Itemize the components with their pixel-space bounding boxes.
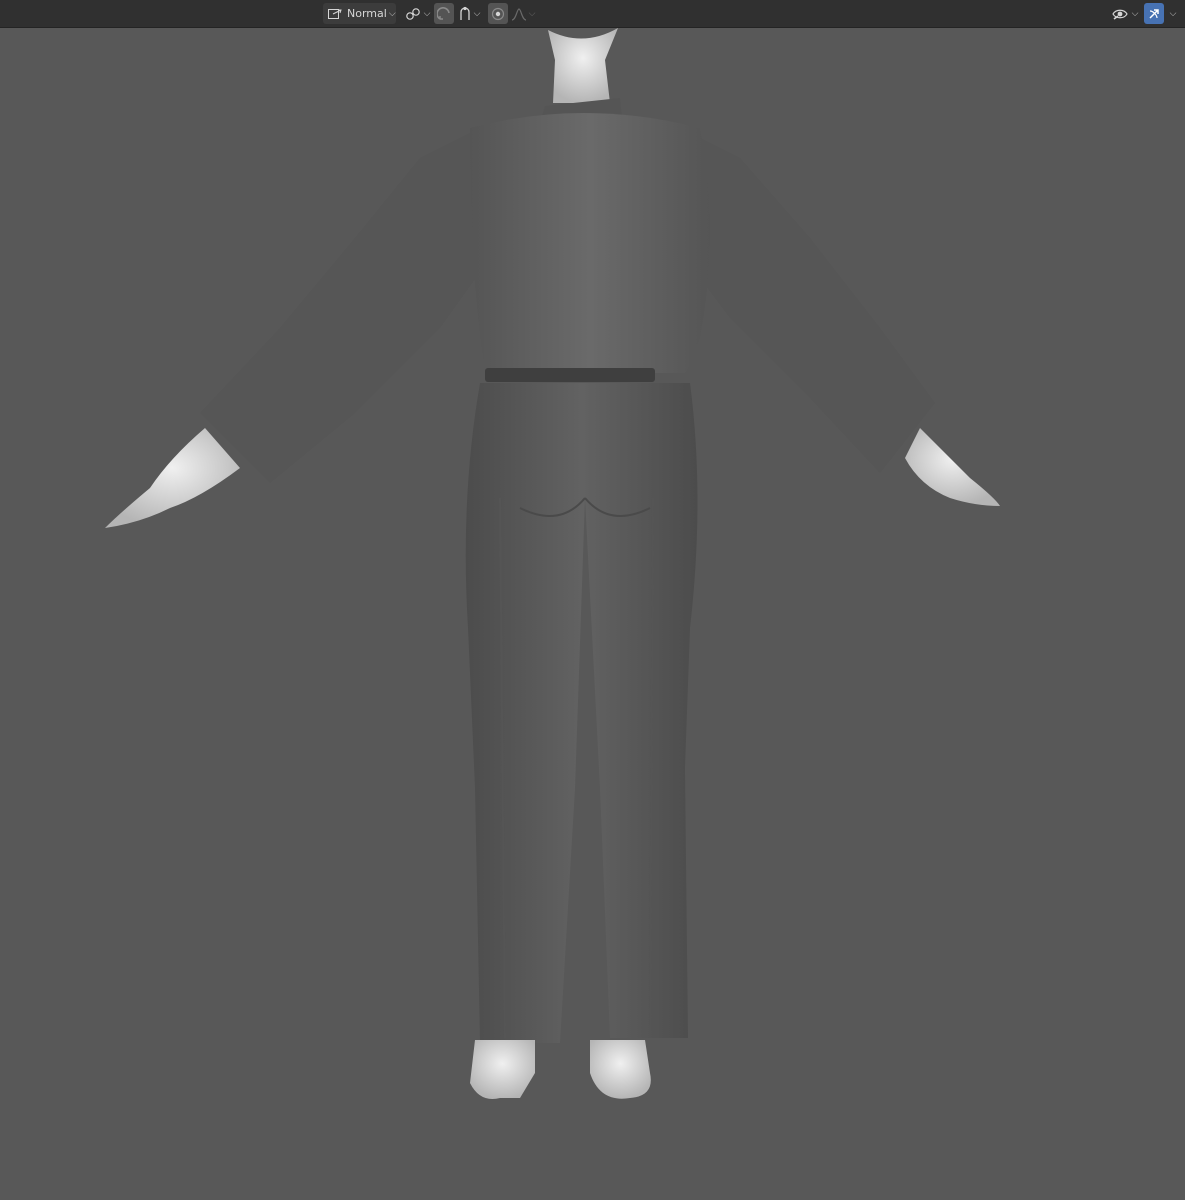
snap-group: ⌵ <box>434 3 484 24</box>
viewport-visibility-dropdown[interactable]: ⌵ <box>1110 3 1140 24</box>
transform-orientation-dropdown[interactable]: Normal ⌵ <box>323 3 396 24</box>
proportional-editing-toggle[interactable] <box>488 3 508 24</box>
chevron-down-icon: ⌵ <box>388 8 396 19</box>
gizmo-toggle-icon <box>1147 7 1161 21</box>
proportional-editing-icon <box>491 7 505 21</box>
snap-target-icon <box>458 6 472 22</box>
falloff-curve-icon <box>511 7 527 21</box>
gizmo-toggle[interactable] <box>1144 3 1164 24</box>
falloff-dropdown[interactable]: ⌵ <box>508 3 538 24</box>
transform-orientation-label: Normal <box>347 7 387 20</box>
snap-icon <box>437 6 451 21</box>
chevron-down-icon: ⌵ <box>473 8 481 19</box>
transform-orientation-icon <box>327 7 343 21</box>
character-model-render <box>105 28 1000 1099</box>
3d-viewport[interactable] <box>0 28 1185 1200</box>
gizmo-group: ⌵ <box>1144 3 1180 24</box>
chevron-down-icon: ⌵ <box>528 8 536 19</box>
viewport-visibility-icon <box>1111 7 1130 21</box>
chevron-down-icon: ⌵ <box>1169 8 1177 19</box>
pivot-point-dropdown[interactable]: ⌵ <box>402 3 432 24</box>
gizmo-dropdown[interactable]: ⌵ <box>1164 3 1180 24</box>
proportional-editing-group: ⌵ <box>488 3 538 24</box>
snap-toggle[interactable] <box>434 3 454 24</box>
viewport-header: Normal ⌵ ⌵ ⌵ ⌵ ⌵ ⌵ <box>0 0 1185 28</box>
chevron-down-icon: ⌵ <box>423 8 431 19</box>
snap-target-dropdown[interactable]: ⌵ <box>454 3 484 24</box>
pivot-point-icon <box>404 6 422 22</box>
chevron-down-icon: ⌵ <box>1131 8 1139 19</box>
